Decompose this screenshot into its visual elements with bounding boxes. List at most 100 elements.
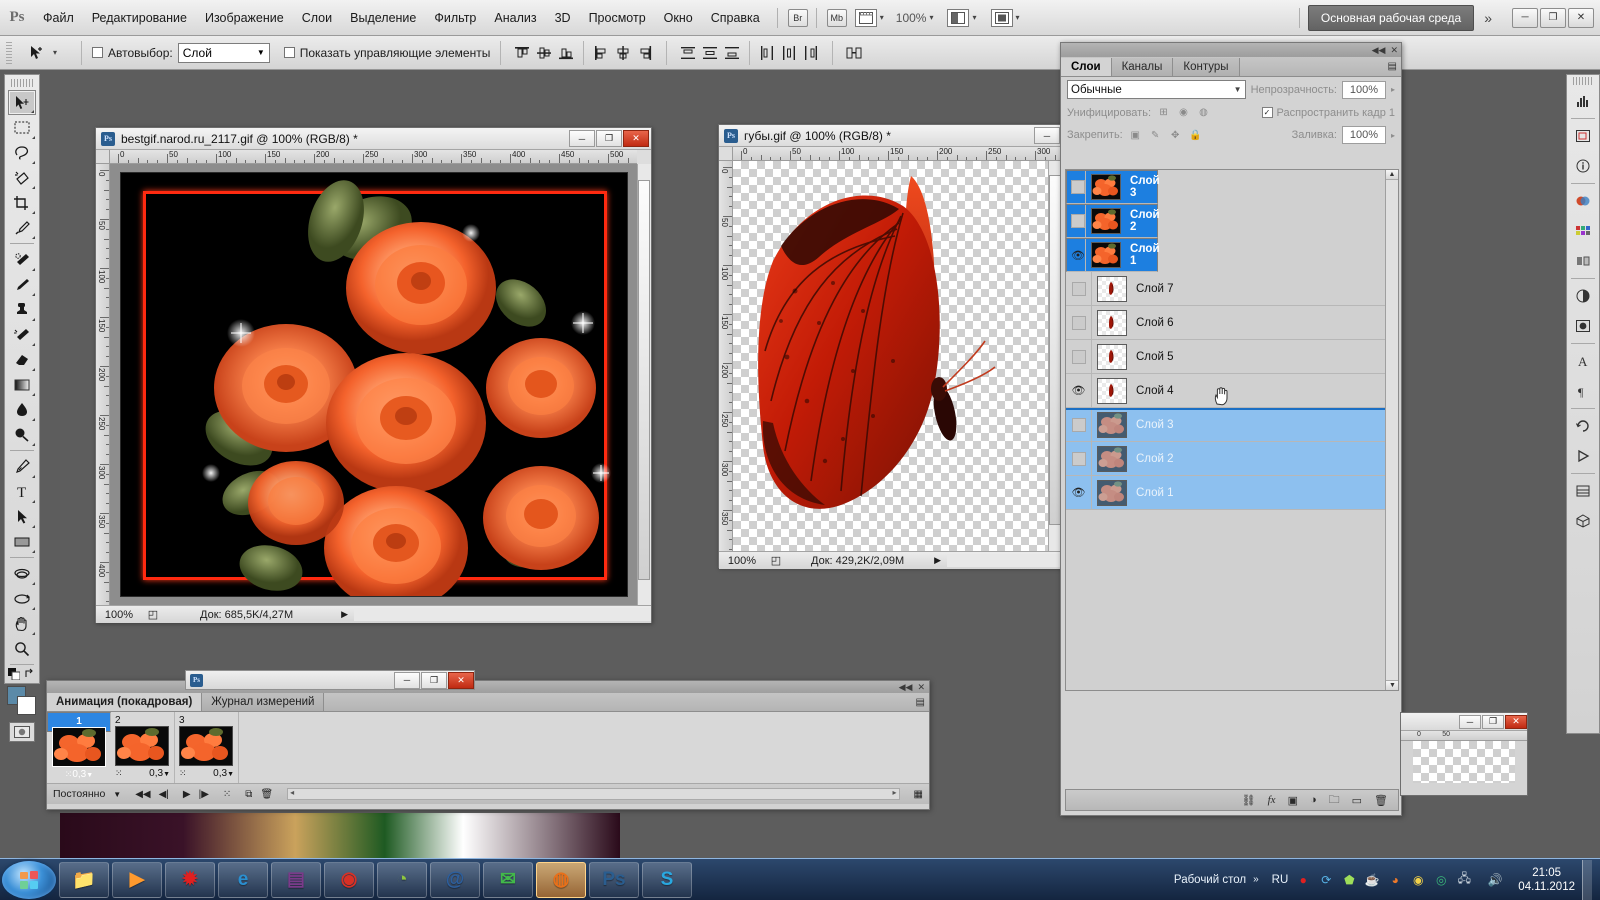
horizontal-ruler-lips[interactable]: 050100150200250300 — [733, 147, 1062, 161]
vscroll-thumb[interactable] — [638, 180, 650, 580]
align-right-edges-icon[interactable] — [634, 42, 656, 64]
view-extras-chevron-down-icon[interactable]: ▾ — [880, 13, 884, 22]
distribute-vertical-center-icon[interactable] — [699, 42, 721, 64]
character-panel-icon[interactable]: A — [1569, 347, 1597, 375]
tools-panel-grip[interactable] — [11, 79, 33, 87]
layer-row[interactable]: 👁 Слой 1 — [1066, 476, 1398, 510]
frame-thumbnail[interactable] — [52, 727, 106, 767]
volume-icon[interactable]: 🔊 — [1487, 872, 1503, 888]
workspace-button[interactable]: Основная рабочая среда — [1308, 5, 1474, 31]
rectangle-tool[interactable] — [8, 529, 36, 554]
taskbar-item-adobe-photoshop[interactable]: Ps — [589, 862, 639, 898]
tab-measurement-log[interactable]: Журнал измерений — [202, 693, 324, 711]
distribute-right-icon[interactable] — [800, 42, 822, 64]
animation-panel[interactable]: ◀◀ ✕ Анимация (покадровая) Журнал измере… — [46, 680, 930, 810]
animation-panel-menu-icon[interactable]: ▤ — [916, 697, 925, 708]
animation-frame[interactable]: 1 ⁙ 0,3▼ — [47, 712, 111, 732]
move-tool[interactable] — [8, 90, 36, 115]
layer-name[interactable]: Слой 4 — [1136, 385, 1174, 397]
canvas-area-lips[interactable] — [733, 161, 1048, 551]
view-extras-icon[interactable] — [855, 9, 877, 27]
navigator-panel-icon[interactable] — [1569, 122, 1597, 150]
frame-tween-icon[interactable]: ⁙ — [65, 769, 73, 780]
doc-preview-icon-2[interactable]: ◰ — [765, 554, 787, 567]
layer-visibility-icon[interactable]: 👁 — [1072, 384, 1086, 397]
arrange-documents-icon[interactable] — [991, 9, 1013, 27]
layer-style-fx-icon[interactable]: fx — [1268, 794, 1276, 806]
layer-thumbnail[interactable] — [1097, 446, 1127, 472]
layer-visibility-cell[interactable] — [1066, 442, 1092, 475]
canvas-hscrollbar-roses[interactable] — [354, 608, 651, 621]
eyedropper-tool[interactable] — [8, 215, 36, 240]
panel-close-icon[interactable]: ✕ — [1390, 45, 1398, 56]
small-doc-restore-button[interactable]: ❐ — [1482, 715, 1504, 729]
layer-row[interactable]: Слой 3 — [1066, 170, 1158, 204]
menu-filter[interactable]: Фильтр — [425, 7, 485, 29]
layer-visibility-icon[interactable] — [1072, 350, 1086, 364]
autoselect-dropdown[interactable]: Слой ▼ — [178, 43, 270, 63]
taskbar-item-skype[interactable]: S — [642, 862, 692, 898]
fill-field[interactable]: 100% — [1342, 126, 1386, 144]
align-vertical-centers-icon[interactable] — [533, 42, 555, 64]
background-document-window[interactable]: Ps ─ ❐ ✕ — [185, 670, 475, 694]
layer-visibility-cell[interactable] — [1066, 306, 1092, 339]
layer-thumbnail[interactable] — [1091, 174, 1121, 200]
opacity-field[interactable]: 100% — [1342, 81, 1386, 99]
collapse-to-icons-icon[interactable]: ◀◀ — [1372, 45, 1386, 56]
doc-minimize-button[interactable]: ─ — [569, 130, 595, 147]
duplicate-frame-icon[interactable]: ⧉ — [245, 789, 252, 800]
zoom-chevron-down-icon[interactable]: ▾ — [929, 13, 933, 22]
minimize-button[interactable]: ─ — [1512, 8, 1538, 28]
layer-visibility-icon[interactable] — [1072, 418, 1086, 432]
layer-thumbnail[interactable] — [1097, 344, 1127, 370]
delete-frame-icon[interactable]: 🗑 — [260, 789, 273, 800]
frame-tween-icon[interactable]: ⁙ — [115, 768, 123, 779]
layer-row[interactable]: Слой 3 — [1066, 408, 1398, 442]
record-indicator-icon[interactable]: ● — [1295, 872, 1311, 888]
color-panel-icon[interactable] — [1569, 187, 1597, 215]
link-layers-icon[interactable]: ⛓ — [1242, 794, 1256, 807]
horizontal-type-tool[interactable]: T — [8, 479, 36, 504]
distribute-left-icon[interactable] — [756, 42, 778, 64]
quick-mask-mode-icon[interactable] — [9, 722, 35, 742]
network-icon[interactable]: 🖧 — [1456, 872, 1472, 888]
taskbar-item-mail-agent[interactable]: ✉ — [483, 862, 533, 898]
lock-transparent-pixels-icon[interactable]: ▣ — [1128, 128, 1143, 143]
frame-delay[interactable]: ⁙ 0,3▼ — [65, 769, 93, 780]
path-selection-tool[interactable] — [8, 504, 36, 529]
gradient-tool[interactable] — [8, 372, 36, 397]
eraser-tool[interactable] — [8, 347, 36, 372]
layer-visibility-icon[interactable] — [1071, 180, 1085, 194]
antivirus-icon[interactable]: ◕ — [1387, 872, 1403, 888]
doc-zoom-roses[interactable]: 100% — [96, 609, 142, 621]
tab-animation-frames[interactable]: Анимация (покадровая) — [47, 693, 202, 711]
quick-selection-tool[interactable] — [8, 165, 36, 190]
layer-row[interactable]: 👁 Слой 1 — [1066, 238, 1158, 272]
scroll-down-arrow-icon[interactable]: ▼ — [1386, 680, 1399, 690]
menu-window[interactable]: Окно — [655, 7, 702, 29]
sync-icon[interactable]: ⟳ — [1318, 872, 1334, 888]
lock-position-icon[interactable]: ✥ — [1168, 128, 1183, 143]
layer-thumbnail[interactable] — [1097, 412, 1127, 438]
layer-visibility-cell[interactable] — [1066, 340, 1092, 373]
vertical-ruler-lips[interactable]: 050100150200250300350 — [719, 161, 733, 551]
masks-panel-icon[interactable] — [1569, 312, 1597, 340]
opacity-chevron-icon[interactable]: ▸ — [1391, 85, 1395, 94]
small-doc-canvas[interactable] — [1413, 741, 1515, 783]
layer-row[interactable]: Слой 7 — [1066, 272, 1398, 306]
layer-name[interactable]: Слой 2 — [1136, 453, 1174, 465]
unify-position-icon[interactable]: ⊞ — [1156, 105, 1171, 120]
rectangular-marquee-tool[interactable] — [8, 115, 36, 140]
tool-preset-chevron-down-icon[interactable]: ▾ — [53, 48, 57, 57]
update-icon[interactable]: ◉ — [1410, 872, 1426, 888]
adjustments-panel-icon[interactable] — [1569, 282, 1597, 310]
taskbar-item-google-chrome[interactable]: ◉ — [324, 862, 374, 898]
3d-panel-icon[interactable] — [1569, 507, 1597, 535]
language-indicator[interactable]: RU — [1272, 874, 1289, 886]
animation-panel-titlebar[interactable]: ◀◀ ✕ — [47, 681, 929, 693]
doc-restore-button[interactable]: ❐ — [596, 130, 622, 147]
align-top-edges-icon[interactable] — [511, 42, 533, 64]
animation-frame[interactable]: 2 ⁙ 0,3▼ — [111, 712, 175, 783]
horizontal-ruler-roses[interactable]: 050100150200250300350400450500 — [110, 150, 637, 164]
pen-tool[interactable] — [8, 454, 36, 479]
